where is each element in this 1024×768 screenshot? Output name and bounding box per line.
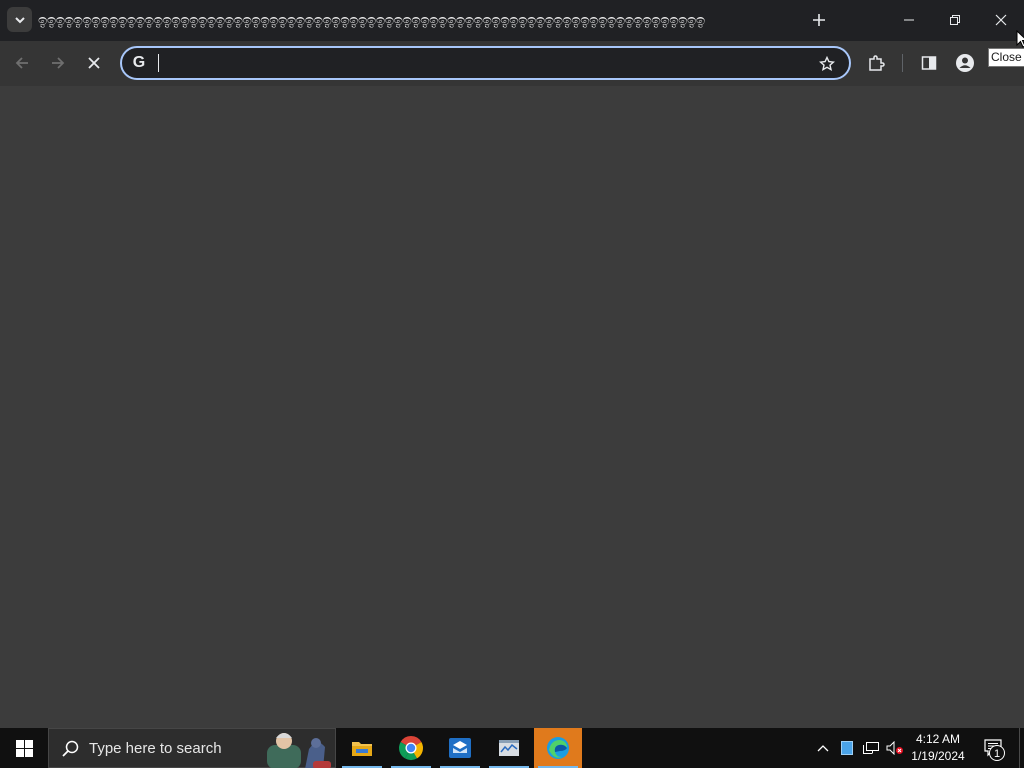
restore-button[interactable] bbox=[932, 0, 978, 40]
forward-arrow-icon bbox=[52, 57, 65, 69]
omnibox[interactable]: G bbox=[120, 46, 851, 80]
chevron-down-icon bbox=[14, 16, 25, 23]
toolbar-divider bbox=[902, 54, 903, 72]
edge-icon bbox=[547, 737, 569, 759]
mouse-cursor-icon bbox=[1016, 30, 1024, 48]
back-button[interactable] bbox=[8, 49, 36, 77]
plus-icon bbox=[813, 14, 825, 26]
puzzle-icon bbox=[869, 55, 885, 71]
profile-button[interactable] bbox=[951, 49, 979, 77]
clock-date: 1/19/2024 bbox=[911, 749, 965, 763]
taskbar-search-box[interactable]: Type here to search bbox=[48, 728, 336, 768]
windows-logo-icon bbox=[15, 739, 33, 757]
google-g-icon: G bbox=[132, 54, 146, 71]
minimize-icon bbox=[904, 19, 914, 21]
task-manager-icon bbox=[499, 740, 519, 756]
tray-app-icon[interactable] bbox=[836, 728, 858, 768]
minimize-button[interactable] bbox=[886, 0, 932, 40]
stop-loading-icon bbox=[88, 57, 100, 69]
taskbar-clock[interactable]: 4:12 AM 1/19/2024 bbox=[906, 731, 970, 765]
address-input[interactable] bbox=[156, 51, 796, 75]
bookmark-button[interactable] bbox=[814, 51, 840, 77]
screen: ඉඉඉඉඉඉඉඉඉඉඉඉඉඉඉඉඉඉඉඉඉඉඉඉඉඉඉඉඉඉඉඉඉඉඉඉඉඉඉඉ… bbox=[0, 0, 1024, 768]
tab-search-button[interactable] bbox=[7, 7, 32, 32]
tab-title[interactable]: ඉඉඉඉඉඉඉඉඉඉඉඉඉඉඉඉඉඉඉඉඉඉඉඉඉඉඉඉඉඉඉඉඉඉඉඉඉඉඉඉ… bbox=[38, 9, 766, 31]
restore-icon bbox=[950, 15, 960, 25]
back-arrow-icon bbox=[15, 57, 28, 69]
search-icon bbox=[62, 740, 79, 757]
tray-overflow-button[interactable] bbox=[812, 728, 834, 768]
tray-window-icon bbox=[841, 741, 853, 755]
extensions-button[interactable] bbox=[862, 49, 890, 77]
chrome-icon bbox=[398, 736, 424, 761]
forward-button[interactable] bbox=[44, 49, 72, 77]
volume-tray-button[interactable] bbox=[884, 728, 906, 768]
browser-titlebar: ඉඉඉඉඉඉඉඉඉඉඉඉඉඉඉඉඉඉඉඉඉඉඉඉඉඉඉඉඉඉඉඉඉඉඉඉඉඉඉඉ… bbox=[0, 0, 1024, 41]
profile-icon bbox=[956, 54, 974, 72]
notification-badge: 1 bbox=[989, 745, 1005, 761]
search-highlight-illustration bbox=[267, 733, 331, 768]
taskbar-app-mail[interactable] bbox=[436, 728, 484, 768]
volume-muted-icon bbox=[886, 741, 903, 755]
mail-icon bbox=[449, 738, 471, 758]
folder-icon bbox=[352, 742, 372, 756]
taskbar: Type here to search 4:12 AM 1/19/2024 bbox=[0, 728, 1024, 768]
search-placeholder: Type here to search bbox=[89, 740, 222, 757]
side-panel-icon bbox=[921, 56, 937, 70]
start-button[interactable] bbox=[0, 728, 48, 768]
taskbar-app-file-explorer[interactable] bbox=[338, 728, 386, 768]
network-tray-button[interactable] bbox=[860, 728, 882, 768]
side-panel-button[interactable] bbox=[915, 49, 943, 77]
chevron-up-icon bbox=[817, 745, 829, 752]
taskbar-app-task-manager[interactable] bbox=[485, 728, 533, 768]
show-desktop-button[interactable] bbox=[1019, 728, 1024, 768]
stop-loading-button[interactable] bbox=[80, 49, 108, 77]
network-icon bbox=[863, 742, 879, 754]
new-tab-button[interactable] bbox=[806, 7, 832, 33]
notification-count: 1 bbox=[994, 748, 1000, 760]
clock-time: 4:12 AM bbox=[915, 732, 961, 746]
close-icon bbox=[995, 14, 1007, 26]
star-icon bbox=[819, 56, 835, 71]
close-tooltip: Close bbox=[988, 48, 1024, 67]
taskbar-app-edge[interactable] bbox=[534, 728, 582, 768]
text-caret bbox=[158, 54, 159, 72]
page-content bbox=[0, 86, 1024, 728]
taskbar-app-chrome[interactable] bbox=[387, 728, 435, 768]
